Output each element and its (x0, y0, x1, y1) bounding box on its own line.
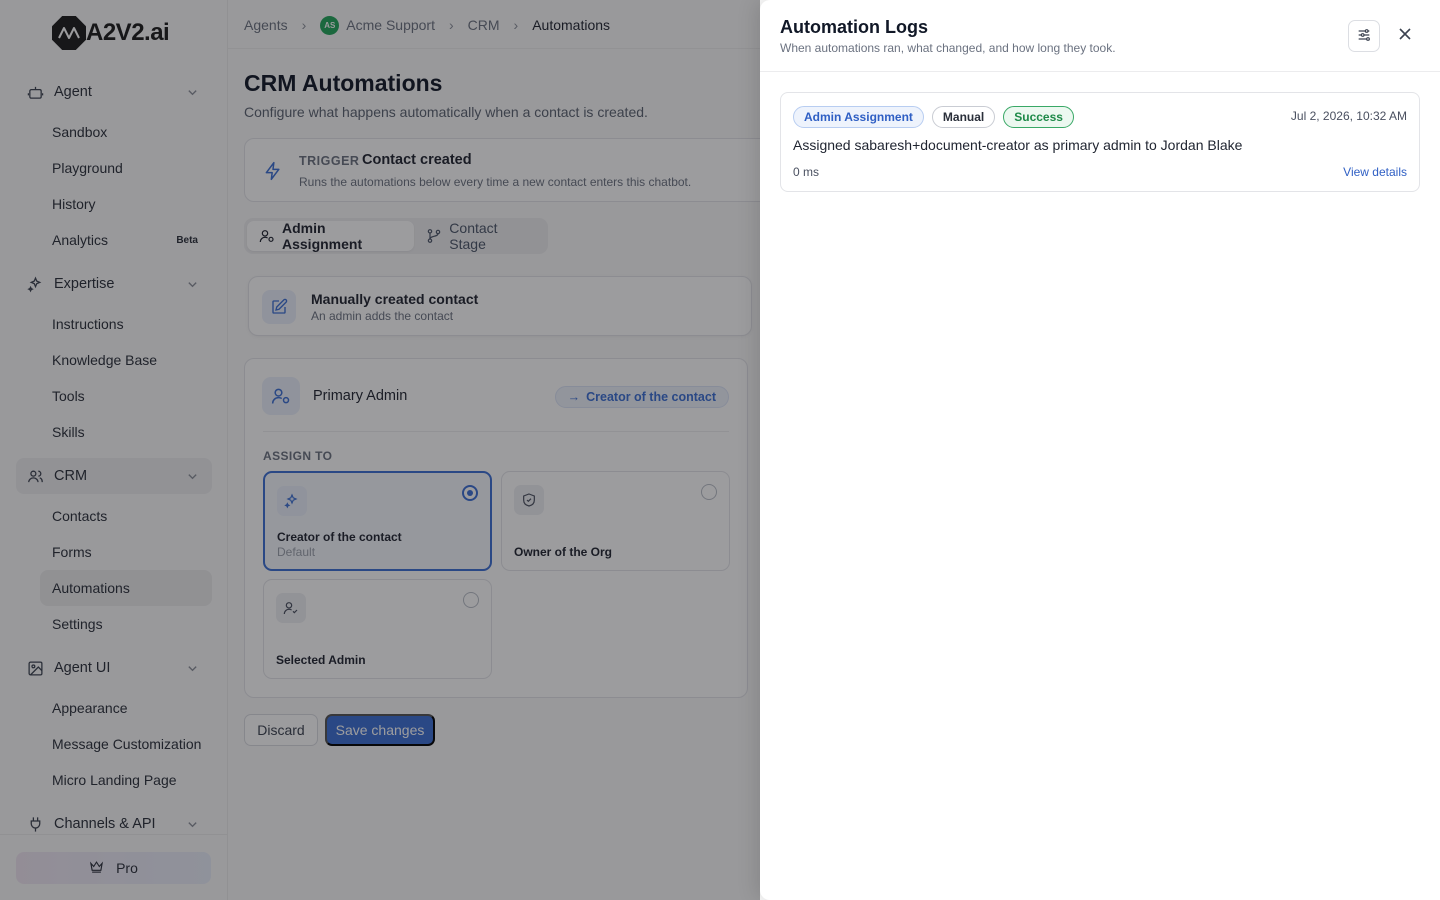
automation-logs-panel: Automation Logs When automations ran, wh… (760, 0, 1440, 900)
log-message: Assigned sabaresh+document-creator as pr… (793, 137, 1243, 153)
logs-header: Automation Logs When automations ran, wh… (760, 0, 1440, 72)
logs-title: Automation Logs (780, 17, 928, 37)
close-button[interactable] (1394, 24, 1416, 46)
automation-type-badge: Admin Assignment (793, 106, 924, 128)
log-badges: Admin Assignment Manual Success (793, 106, 1082, 128)
sliders-icon (1356, 27, 1372, 46)
log-entry: Admin Assignment Manual Success Jul 2, 2… (780, 92, 1420, 192)
status-badge: Success (1003, 106, 1074, 128)
log-timestamp: Jul 2, 2026, 10:32 AM (1290, 109, 1407, 123)
filter-button[interactable] (1348, 20, 1380, 52)
trigger-mode-badge: Manual (931, 106, 996, 128)
view-details-link[interactable]: View details (1343, 165, 1407, 179)
logs-subtitle: When automations ran, what changed, and … (780, 41, 1116, 55)
close-icon (1398, 27, 1412, 44)
modal-backdrop[interactable] (0, 0, 760, 900)
log-duration: 0 ms (793, 165, 820, 179)
